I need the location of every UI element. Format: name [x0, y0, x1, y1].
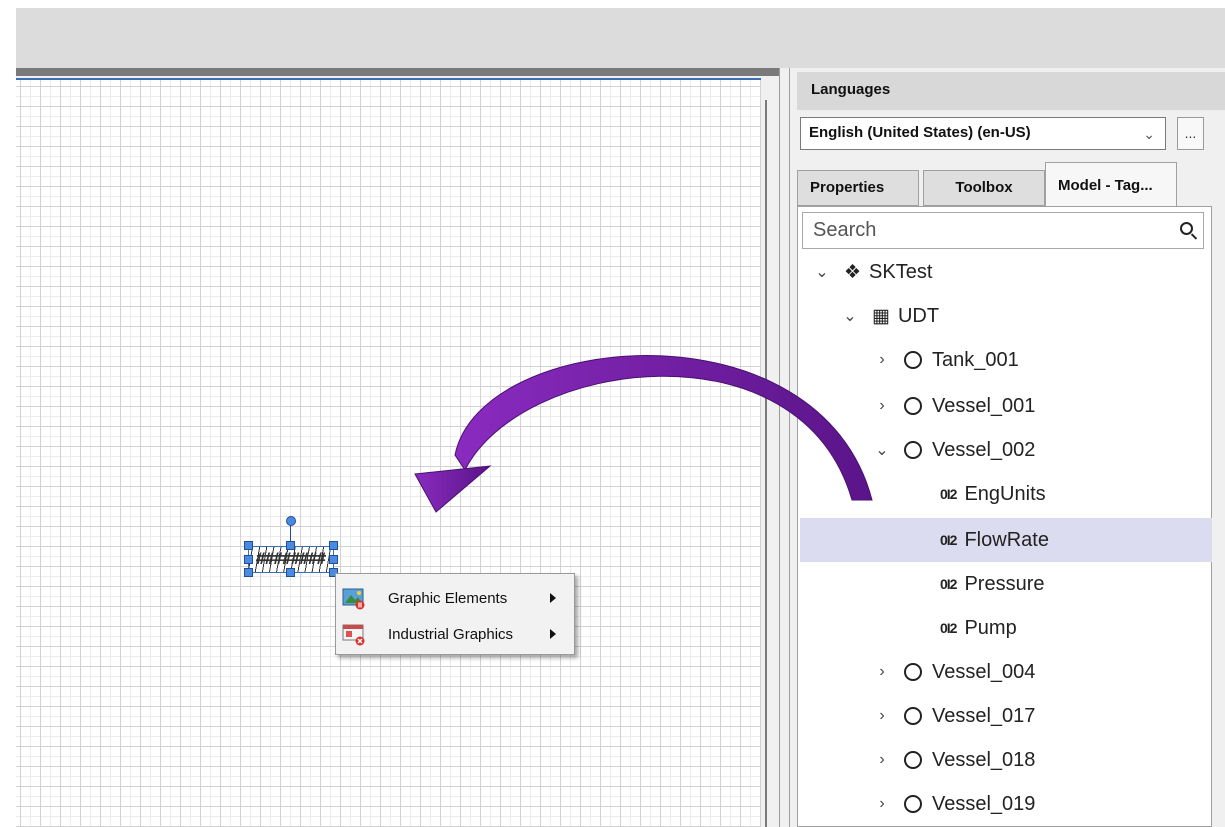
tree-item-vessel-018[interactable]: › Vessel_018 — [872, 738, 1212, 782]
rotation-handle-line — [290, 524, 291, 542]
tree-item-vessel-001[interactable]: › Vessel_001 — [872, 384, 1212, 428]
language-more-button[interactable]: ... — [1177, 117, 1204, 150]
menu-item-label: Industrial Graphics — [388, 625, 514, 643]
object-circle-icon — [904, 441, 922, 459]
title-band — [16, 8, 1225, 68]
tree-item-label: Vessel_017 — [932, 704, 1036, 727]
tree-item-vessel-004[interactable]: › Vessel_004 — [872, 650, 1212, 694]
tree-item-pressure[interactable]: 0I2 Pressure — [940, 562, 1212, 606]
search-icon[interactable] — [1180, 222, 1193, 235]
language-dropdown[interactable]: English (United States) (en-US) ⌄ — [800, 117, 1166, 150]
resize-handle-e[interactable] — [329, 555, 338, 564]
tree-item-label: Vessel_019 — [932, 792, 1036, 815]
top-strip — [0, 0, 1225, 8]
tab-properties[interactable]: Properties — [797, 170, 919, 206]
chevron-down-icon[interactable]: ⌄ — [872, 440, 892, 460]
attribute-icon: 0I2 — [940, 576, 957, 592]
tree-item-sktest[interactable]: ⌄ ❖ SKTest — [812, 250, 1212, 294]
tree-item-label: Tank_001 — [932, 348, 1019, 371]
context-menu: Graphic Elements Industrial Graphics — [335, 573, 575, 655]
resize-handle-ne[interactable] — [329, 541, 338, 550]
resize-handle-nw[interactable] — [244, 541, 253, 550]
industrial-graphics-icon — [342, 622, 366, 646]
object-circle-icon — [904, 707, 922, 725]
tree-item-udt[interactable]: ⌄ ▦ UDT — [840, 294, 1212, 338]
object-circle-icon — [904, 663, 922, 681]
tree-item-tank-001[interactable]: › Tank_001 — [872, 338, 1212, 382]
chevron-down-icon[interactable]: ⌄ — [840, 306, 860, 326]
chevron-right-icon[interactable]: › — [872, 795, 892, 813]
tree-item-flowrate[interactable]: 0I2 FlowRate — [800, 518, 1212, 562]
resize-handle-sw[interactable] — [244, 568, 253, 577]
submenu-arrow-icon — [550, 593, 556, 603]
tree-item-vessel-019[interactable]: › Vessel_019 — [872, 782, 1212, 826]
submenu-arrow-icon — [550, 629, 556, 639]
tree-item-label: Vessel_018 — [932, 748, 1036, 771]
design-canvas[interactable] — [16, 78, 761, 827]
selected-element-text: ######## — [256, 549, 326, 568]
graphic-elements-icon — [342, 586, 366, 610]
tree-item-label: Vessel_004 — [932, 660, 1036, 683]
tree-item-vessel-017[interactable]: › Vessel_017 — [872, 694, 1212, 738]
chevron-right-icon[interactable]: › — [872, 397, 892, 415]
chevron-down-icon[interactable]: ⌄ — [1143, 126, 1155, 143]
languages-header: Languages — [797, 72, 1225, 110]
menu-item-graphic-elements[interactable]: Graphic Elements — [336, 580, 574, 616]
object-circle-icon — [904, 795, 922, 813]
tree-item-label: UDT — [897, 304, 940, 327]
chevron-right-icon[interactable]: › — [872, 707, 892, 725]
tree-item-label: Vessel_001 — [932, 394, 1036, 417]
tab-model-tag[interactable]: Model - Tag... — [1045, 162, 1177, 206]
search-input[interactable]: Search — [802, 212, 1204, 249]
tab-toolbox[interactable]: Toolbox — [923, 170, 1045, 206]
object-circle-icon — [904, 397, 922, 415]
tree-item-pump[interactable]: 0I2 Pump — [940, 606, 1212, 650]
menu-item-industrial-graphics[interactable]: Industrial Graphics — [336, 616, 574, 652]
attribute-icon: 0I2 — [940, 532, 957, 548]
rotation-handle[interactable] — [286, 516, 296, 526]
search-placeholder: Search — [813, 219, 877, 241]
chevron-right-icon[interactable]: › — [872, 351, 892, 369]
tree-item-label: EngUnits — [964, 482, 1046, 505]
tree-item-label: Vessel_002 — [932, 438, 1036, 461]
tree-item-label: SKTest — [869, 260, 933, 283]
resize-handle-s[interactable] — [286, 568, 295, 577]
chevron-right-icon[interactable]: › — [872, 663, 892, 681]
tree-item-label: FlowRate — [964, 528, 1049, 551]
tree-item-label: Pump — [964, 616, 1017, 639]
language-selected-value: English (United States) (en-US) — [809, 124, 1031, 141]
canvas-splitter[interactable] — [779, 68, 789, 827]
object-circle-icon — [904, 351, 922, 369]
object-circle-icon — [904, 751, 922, 769]
resize-handle-n[interactable] — [286, 541, 295, 550]
resize-handle-w[interactable] — [244, 555, 253, 564]
canvas-scrollbar[interactable] — [761, 78, 779, 827]
panel-tabs: Properties Toolbox Model - Tag... — [797, 162, 1225, 206]
chevron-down-icon[interactable]: ⌄ — [812, 262, 832, 282]
chevron-right-icon[interactable]: › — [872, 751, 892, 769]
attribute-icon: 0I2 — [940, 620, 957, 636]
menu-item-label: Graphic Elements — [388, 589, 508, 607]
tree-item-engunits[interactable]: 0I2 EngUnits — [940, 472, 1212, 516]
canvas-top-border — [16, 68, 779, 76]
attribute-icon: 0I2 — [940, 486, 957, 502]
tree-item-label: Pressure — [964, 572, 1045, 595]
udt-icon: ▦ — [872, 305, 890, 327]
canvas-scrollbar-thumb[interactable] — [765, 100, 767, 827]
tree-item-vessel-002[interactable]: ⌄ Vessel_002 — [872, 428, 1212, 472]
galaxy-icon: ❖ — [844, 261, 862, 283]
